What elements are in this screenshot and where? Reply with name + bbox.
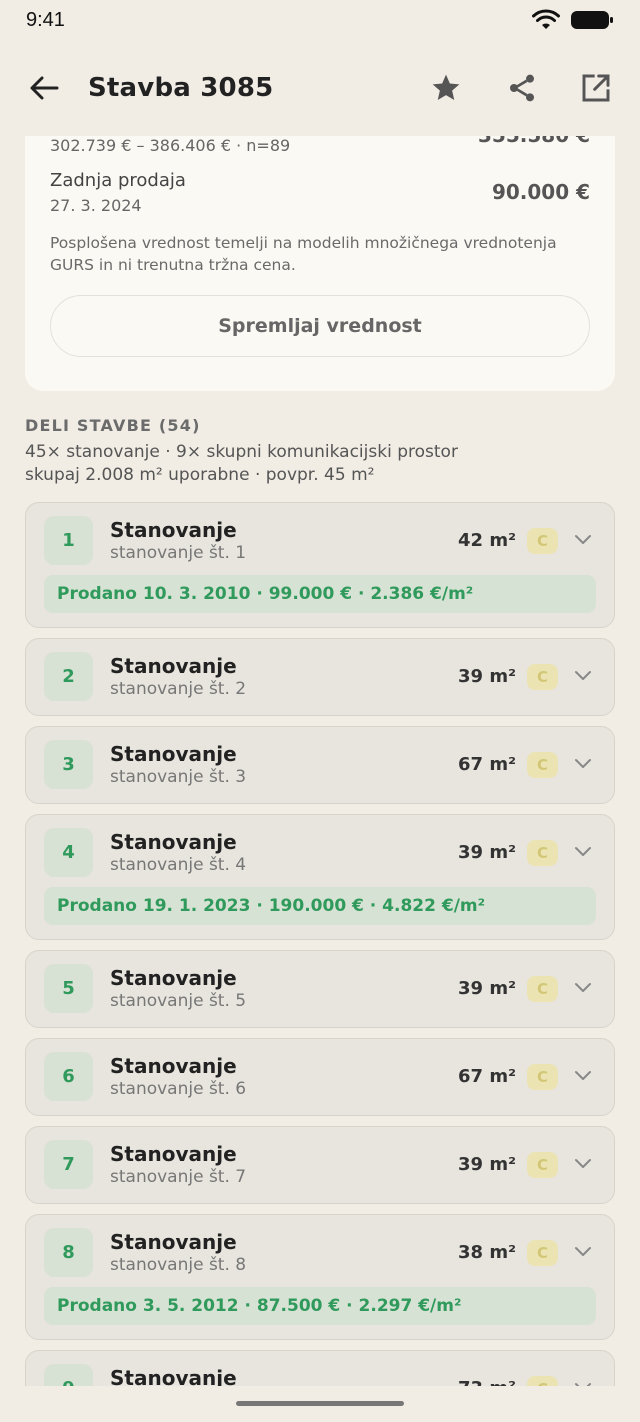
unit-area: 39 m² — [458, 1154, 516, 1175]
estimated-value: 355.580 € — [478, 136, 590, 147]
unit-title: Stanovanje — [110, 1054, 237, 1078]
unit-number: 6 — [44, 1052, 93, 1101]
value-card: 355.580 € 302.739 € – 386.406 € · n=89 Z… — [25, 136, 615, 391]
unit-card[interactable]: 8 Stanovanje stanovanje št. 8 38 m² C Prodano… — [25, 1214, 615, 1340]
back-button[interactable] — [24, 68, 64, 108]
energy-class-badge: C — [527, 1376, 558, 1386]
home-indicator[interactable] — [236, 1401, 404, 1406]
scroll-content[interactable]: 355.580 € 302.739 € – 386.406 € · n=89 Z… — [0, 136, 640, 1386]
star-icon — [432, 74, 460, 100]
unit-card[interactable]: 5 Stanovanje stanovanje št. 5 39 m² C — [25, 950, 615, 1028]
energy-class-badge: C — [527, 1152, 558, 1178]
status-time: 9:41 — [26, 8, 65, 31]
value-disclaimer: Posplošena vrednost temelji na modelih m… — [50, 234, 557, 274]
unit-number: 1 — [44, 516, 93, 565]
chevron-down-icon[interactable] — [574, 1245, 592, 1259]
unit-card[interactable]: 7 Stanovanje stanovanje št. 7 39 m² C — [25, 1126, 615, 1204]
unit-title: Stanovanje — [110, 966, 237, 990]
open-external-icon — [582, 74, 610, 102]
unit-number: 9 — [44, 1364, 93, 1386]
unit-subtitle: stanovanje št. 8 — [110, 1255, 247, 1275]
chevron-down-icon[interactable] — [574, 981, 592, 995]
last-sale-value: 90.000 € — [491, 180, 590, 204]
unit-area: 42 m² — [458, 530, 516, 551]
energy-class-badge: C — [527, 528, 558, 554]
unit-subtitle: stanovanje št. 7 — [110, 1167, 247, 1187]
unit-card[interactable]: 1 Stanovanje stanovanje št. 1 42 m² C Prodano… — [25, 502, 615, 628]
last-sale-label: Zadnja prodaja — [50, 170, 186, 191]
energy-class-badge: C — [527, 1240, 558, 1266]
battery-icon — [571, 11, 613, 29]
unit-title: Stanovanje — [110, 654, 237, 678]
unit-number: 2 — [44, 652, 93, 701]
unit-number: 7 — [44, 1140, 93, 1189]
app-bar: Stavba 3085 — [0, 56, 640, 120]
unit-title: Stanovanje — [110, 1230, 237, 1254]
chevron-down-icon[interactable] — [574, 757, 592, 771]
page-title: Stavba 3085 — [88, 73, 274, 103]
last-sale-date: 27. 3. 2024 — [50, 196, 142, 215]
unit-subtitle: stanovanje št. 1 — [110, 543, 247, 563]
unit-title: Stanovanje — [110, 518, 237, 542]
energy-class-badge: C — [527, 1064, 558, 1090]
energy-class-badge: C — [527, 976, 558, 1002]
favorite-button[interactable] — [426, 68, 466, 108]
energy-class-badge: C — [527, 840, 558, 866]
unit-title: Stanovanje — [110, 830, 237, 854]
status-icons — [532, 9, 614, 31]
unit-subtitle: stanovanje št. 6 — [110, 1079, 247, 1099]
unit-area: 39 m² — [458, 978, 516, 999]
value-range: 302.739 € – 386.406 € · n=89 — [50, 136, 291, 155]
chevron-down-icon[interactable] — [574, 669, 592, 683]
unit-area: 67 m² — [458, 754, 516, 775]
section-summary-area: skupaj 2.008 m² uporabne · povpr. 45 m² — [25, 465, 375, 485]
unit-title: Stanovanje — [110, 1142, 237, 1166]
unit-area: 73 m² — [458, 1378, 516, 1386]
unit-number: 8 — [44, 1228, 93, 1277]
open-external-button[interactable] — [576, 68, 616, 108]
unit-subtitle: stanovanje št. 4 — [110, 855, 247, 875]
section-summary-types: 45× stanovanje · 9× skupni komunikacijsk… — [25, 442, 458, 462]
unit-area: 39 m² — [458, 842, 516, 863]
energy-class-badge: C — [527, 664, 558, 690]
track-value-button[interactable]: Spremljaj vrednost — [50, 295, 590, 357]
share-icon — [510, 74, 534, 102]
wifi-icon — [532, 9, 560, 29]
unit-number: 4 — [44, 828, 93, 877]
unit-card[interactable]: 3 Stanovanje stanovanje št. 3 67 m² C — [25, 726, 615, 804]
energy-class-badge: C — [527, 752, 558, 778]
unit-sale-info: Prodano 19. 1. 2023 · 190.000 € · 4.822 … — [44, 887, 596, 925]
unit-card[interactable]: 4 Stanovanje stanovanje št. 4 39 m² C Prodano… — [25, 814, 615, 940]
unit-subtitle: stanovanje št. 5 — [110, 991, 247, 1011]
unit-card[interactable]: 6 Stanovanje stanovanje št. 6 67 m² C — [25, 1038, 615, 1116]
status-bar: 9:41 — [0, 0, 640, 40]
unit-area: 38 m² — [458, 1242, 516, 1263]
arrow-left-icon — [30, 76, 59, 100]
unit-sale-info: Prodano 10. 3. 2010 · 99.000 € · 2.386 €… — [44, 575, 596, 613]
unit-sale-info: Prodano 3. 5. 2012 · 87.500 € · 2.297 €/… — [44, 1287, 596, 1325]
unit-subtitle: stanovanje št. 2 — [110, 679, 247, 699]
unit-number: 5 — [44, 964, 93, 1013]
unit-area: 39 m² — [458, 666, 516, 687]
chevron-down-icon[interactable] — [574, 533, 592, 547]
unit-card[interactable]: 2 Stanovanje stanovanje št. 2 39 m² C — [25, 638, 615, 716]
unit-title: Stanovanje — [110, 742, 237, 766]
chevron-down-icon[interactable] — [574, 845, 592, 859]
unit-subtitle: stanovanje št. 3 — [110, 767, 247, 787]
chevron-down-icon[interactable] — [574, 1157, 592, 1171]
unit-area: 67 m² — [458, 1066, 516, 1087]
unit-card[interactable]: 9Stanovanjestanovanje št. 973 m²C — [25, 1350, 615, 1386]
share-button[interactable] — [502, 68, 542, 108]
unit-number: 3 — [44, 740, 93, 789]
chevron-down-icon[interactable] — [574, 1069, 592, 1083]
section-heading: DELI STAVBE (54) — [25, 416, 201, 435]
unit-title: Stanovanje — [110, 1366, 237, 1386]
